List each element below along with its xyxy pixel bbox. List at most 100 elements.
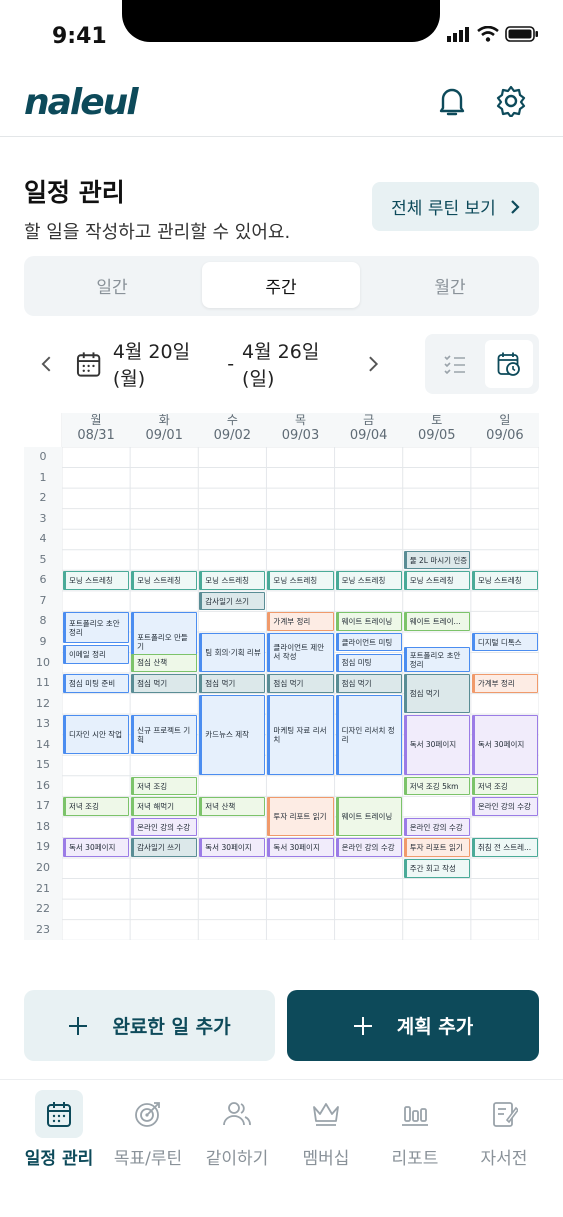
schedule-event[interactable]: 취침 전 스트레... <box>471 838 538 857</box>
schedule-event[interactable]: 점심 먹기 <box>131 674 198 693</box>
schedule-event[interactable]: 이메일 정리 <box>63 645 130 664</box>
chevron-right-icon <box>511 199 520 214</box>
day-header[interactable]: 월 08/31 <box>62 413 131 447</box>
schedule-event[interactable]: 점심 먹기 <box>335 674 402 693</box>
schedule-event[interactable]: 가계부 정리 <box>471 674 538 693</box>
schedule-event[interactable]: 점심 먹기 <box>267 674 334 693</box>
schedule-event[interactable]: 저녁 조깅 <box>471 776 538 796</box>
nav-tab-report[interactable]: 리포트 <box>370 1090 460 1169</box>
day-header[interactable]: 금 09/04 <box>334 413 403 447</box>
schedule-event[interactable]: 웨이트 트레이닝 <box>335 612 402 631</box>
schedule-event[interactable]: 모닝 스트레칭 <box>335 571 402 590</box>
schedule-event[interactable]: 독서 30페이지 <box>199 838 266 857</box>
schedule-event[interactable]: 주간 회고 작성 <box>403 859 470 878</box>
schedule-event[interactable]: 마케팅 자료 리서치 <box>267 694 334 775</box>
schedule-event[interactable]: 카드뉴스 제작 <box>199 694 266 775</box>
schedule-event[interactable]: 독서 30페이지 <box>403 715 470 775</box>
list-view-button[interactable] <box>431 340 479 388</box>
schedule-event[interactable]: 디자인 시안 작업 <box>63 715 130 755</box>
schedule-event[interactable]: 포트폴리오 초안 정리 <box>63 612 130 644</box>
hour-label: 12 <box>36 696 50 710</box>
plus-icon <box>353 1016 372 1035</box>
nav-tab-label: 같이하기 <box>205 1149 269 1169</box>
schedule-event[interactable]: 온라인 강의 수강 <box>335 838 402 857</box>
schedule-event[interactable]: 웨이트 트레이... <box>403 612 470 631</box>
schedule-event[interactable]: 감사일기 쓰기 <box>131 838 198 857</box>
schedule-event[interactable]: 점심 미팅 <box>335 653 402 673</box>
schedule-event[interactable]: 모닝 스트레칭 <box>403 571 470 590</box>
hour-label: 20 <box>36 861 50 874</box>
schedule-event[interactable]: 저녁 산책 <box>199 797 266 816</box>
day-date: 08/31 <box>77 428 115 443</box>
hour-label: 11 <box>36 676 50 690</box>
day-header[interactable]: 수 09/02 <box>198 413 267 447</box>
schedule-event[interactable]: 신규 프로젝트 기획 <box>131 715 198 755</box>
hour-label: 14 <box>36 737 50 751</box>
schedule-event[interactable]: 점심 미팅 준비 <box>63 674 130 693</box>
schedule-event[interactable]: 모닝 스트레칭 <box>267 571 334 590</box>
schedule-event[interactable]: 투자 리포트 읽기 <box>267 797 334 837</box>
schedule-event[interactable]: 감사일기 쓰기 <box>199 591 266 611</box>
day-name: 목 <box>294 413 307 427</box>
schedule-event[interactable]: 저녁 조깅 <box>131 776 198 796</box>
tab-monthly[interactable]: 월간 <box>371 262 529 308</box>
schedule-event[interactable]: 가계부 정리 <box>267 612 334 631</box>
schedule-event[interactable]: 모닝 스트레칭 <box>63 571 130 590</box>
schedule-event[interactable]: 모닝 스트레칭 <box>471 571 538 590</box>
schedule-event[interactable]: 포트폴리오 초안 정리 <box>403 647 470 673</box>
schedule-event[interactable]: 온라인 강의 수강 <box>403 817 470 837</box>
schedule-event[interactable]: 투자 리포트 읽기 <box>403 838 470 857</box>
schedule-event[interactable]: 디자인 리서치 정리 <box>335 694 402 775</box>
tab-daily[interactable]: 일간 <box>33 262 191 308</box>
nav-tab-label: 멤버십 <box>302 1149 350 1169</box>
schedule-event[interactable]: 독서 30페이지 <box>267 838 334 857</box>
day-header[interactable]: 목 09/03 <box>266 413 335 447</box>
nav-tab-membership[interactable]: 멤버십 <box>281 1090 371 1169</box>
schedule-event[interactable]: 온라인 강의 수강 <box>131 817 198 837</box>
target-icon <box>135 1102 160 1127</box>
schedule-event[interactable]: 팀 회의·기획 리뷰 <box>199 632 266 673</box>
nav-tab-autobiography[interactable]: 자서전 <box>459 1090 549 1169</box>
schedule-event[interactable]: 점심 먹기 <box>403 674 470 714</box>
schedule-event[interactable]: 디지털 디톡스 <box>471 632 538 652</box>
routine-button-label: 전체 루틴 보기 <box>391 199 496 219</box>
day-name: 금 <box>363 413 375 427</box>
timetable-view-button[interactable] <box>485 340 533 388</box>
schedule-event[interactable]: 독서 30페이지 <box>63 838 130 857</box>
day-header[interactable]: 일 09/06 <box>470 413 539 447</box>
tab-weekly[interactable]: 주간 <box>202 262 360 308</box>
crown-icon <box>313 1103 339 1126</box>
view-all-routines-button[interactable]: 전체 루틴 보기 <box>372 182 539 231</box>
schedule-event[interactable]: 물 2L 마시기 인증 <box>403 550 470 570</box>
calendar-icon[interactable] <box>76 350 101 378</box>
day-header[interactable]: 화 09/01 <box>130 413 199 447</box>
app-logo[interactable]: naleul <box>24 82 139 123</box>
nav-tab-goals[interactable]: 목표/루틴 <box>103 1090 193 1169</box>
notification-button[interactable] <box>435 84 469 118</box>
add-completed-task-button[interactable]: 완료한 일 추가 <box>24 990 275 1061</box>
battery-icon <box>505 26 538 42</box>
chevron-right-icon[interactable] <box>366 355 380 373</box>
schedule-event[interactable]: 점심 산책 <box>131 653 198 673</box>
schedule-event[interactable]: 모닝 스트레칭 <box>199 571 266 590</box>
settings-button[interactable] <box>494 84 528 118</box>
nav-tab-schedule[interactable]: 일정 관리 <box>14 1090 104 1169</box>
add-plan-button[interactable]: 계획 추가 <box>287 990 539 1061</box>
schedule-event[interactable]: 클라이언트 미팅 <box>335 632 402 652</box>
chevron-left-icon[interactable] <box>40 355 54 373</box>
schedule-event[interactable]: 온라인 강의 수강 <box>471 797 538 816</box>
schedule-event[interactable]: 독서 30페이지 <box>471 715 538 775</box>
schedule-event[interactable]: 저녁 해먹기 <box>131 797 198 816</box>
day-header[interactable]: 토 09/05 <box>402 413 471 447</box>
schedule-event[interactable]: 클라이언트 제안서 작성 <box>267 632 334 673</box>
schedule-event[interactable]: 저녁 조깅 5km <box>403 776 470 796</box>
gear-icon <box>496 85 526 117</box>
schedule-event[interactable]: 모닝 스트레칭 <box>131 571 198 590</box>
nav-tab-together[interactable]: 같이하기 <box>192 1090 282 1169</box>
schedule-event[interactable]: 점심 먹기 <box>199 674 266 693</box>
day-name: 토 <box>431 413 443 427</box>
schedule-event[interactable]: 웨이트 트레이닝 <box>335 797 402 837</box>
schedule-event[interactable]: 저녁 조깅 <box>63 797 130 816</box>
range-start: 4월 20일(월) <box>112 341 191 390</box>
signal-icon <box>447 27 469 42</box>
